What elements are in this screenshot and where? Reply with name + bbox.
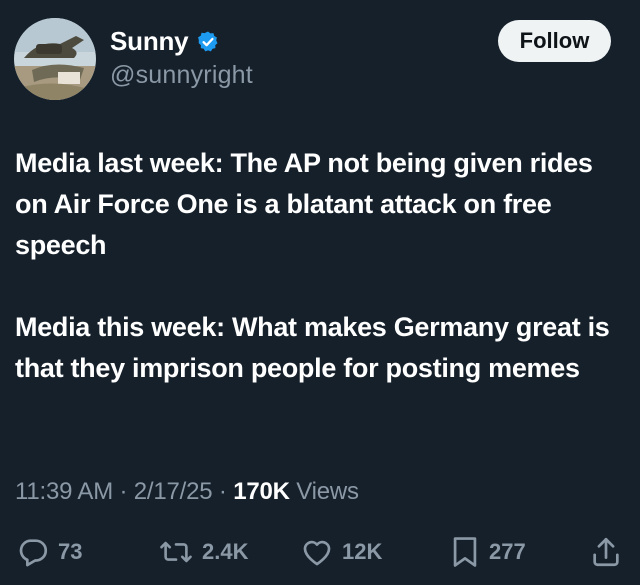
author-name[interactable]: Sunny <box>110 26 189 57</box>
like-count: 12K <box>342 539 383 564</box>
heart-icon <box>300 535 334 569</box>
meta-separator: · <box>113 478 134 505</box>
reply-button[interactable]: 73 <box>16 530 82 574</box>
bookmark-icon <box>449 535 481 569</box>
share-icon <box>590 535 622 569</box>
verified-badge-icon <box>196 30 220 54</box>
follow-button[interactable]: Follow <box>498 20 611 62</box>
tweet-card: Sunny @sunnyright Follow Media last week… <box>0 0 640 585</box>
author-handle[interactable]: @sunnyright <box>110 61 253 90</box>
author-name-row: Sunny <box>110 26 220 57</box>
tweet-date[interactable]: 2/17/25 <box>134 478 213 505</box>
views-count: 170K <box>233 478 290 505</box>
tweet-paragraph: Media this week: What makes Germany grea… <box>15 312 610 383</box>
reply-count: 73 <box>58 539 83 564</box>
bookmark-count: 277 <box>489 539 526 564</box>
avatar[interactable] <box>14 18 96 100</box>
tweet-time[interactable]: 11:39 AM <box>15 478 113 505</box>
reply-icon <box>16 535 50 569</box>
meta-separator: · <box>212 478 234 505</box>
tweet-paragraph: Media last week: The AP not being given … <box>15 148 593 260</box>
bookmark-button[interactable]: 277 <box>449 530 526 574</box>
repost-button[interactable]: 2.4K <box>158 530 248 574</box>
avatar-image <box>14 18 96 100</box>
tweet-text: Media last week: The AP not being given … <box>15 143 630 389</box>
views-label: Views <box>289 478 359 505</box>
repost-count: 2.4K <box>202 539 249 564</box>
tweet-meta: 11:39 AM · 2/17/25 · 170K Views <box>15 478 359 506</box>
share-button[interactable] <box>590 530 622 574</box>
like-button[interactable]: 12K <box>300 530 382 574</box>
repost-icon <box>158 535 194 569</box>
action-bar: 73 2.4K 12K 277 <box>0 530 640 574</box>
